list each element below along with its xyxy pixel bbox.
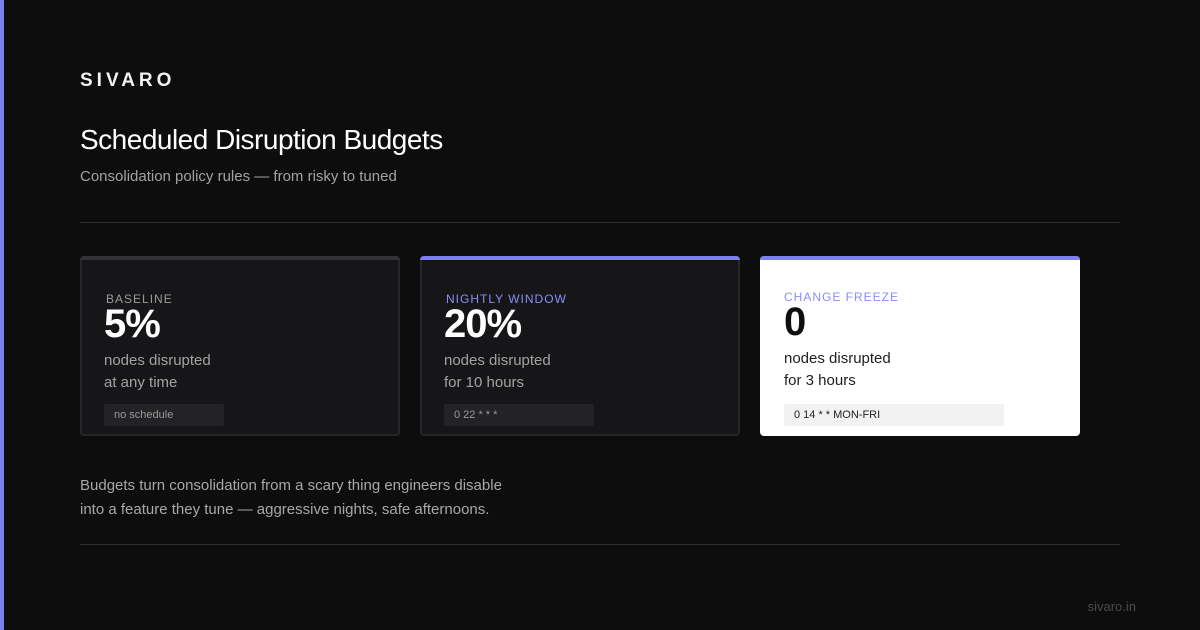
card-value: 5%: [104, 302, 161, 346]
budget-card-change-freeze: CHANGE FREEZE 0 nodes disrupted for 3 ho…: [760, 256, 1080, 436]
card-value: 20%: [444, 302, 522, 346]
top-divider: [80, 222, 1120, 223]
card-desc-line: for 10 hours: [444, 374, 525, 391]
card-desc-line: nodes disrupted: [104, 352, 211, 369]
page-subtitle: Consolidation policy rules — from risky …: [80, 168, 397, 185]
card-desc-line: nodes disrupted: [784, 350, 891, 367]
page-title: Scheduled Disruption Budgets: [80, 124, 443, 155]
card-description: nodes disrupted for 10 hours: [444, 350, 551, 394]
body-line: Budgets turn consolidation from a scary …: [80, 477, 502, 494]
card-top-accent: [420, 256, 740, 260]
body-line: into a feature they tune — aggressive ni…: [80, 501, 490, 518]
schedule-pill: 0 14 * * MON-FRI: [784, 404, 1004, 426]
footer-url: sivaro.in: [1087, 599, 1136, 614]
schedule-pill: no schedule: [104, 404, 224, 426]
card-description: nodes disrupted for 3 hours: [784, 348, 891, 392]
budget-card-nightly-window: NIGHTLY WINDOW 20% nodes disrupted for 1…: [420, 256, 740, 436]
schedule-pill: 0 22 * * *: [444, 404, 594, 426]
card-desc-line: for 3 hours: [784, 372, 856, 389]
card-description: nodes disrupted at any time: [104, 350, 211, 394]
body-paragraph: Budgets turn consolidation from a scary …: [80, 474, 600, 522]
brand-logo: SIVARO: [80, 70, 176, 91]
budget-card-baseline: BASELINE 5% nodes disrupted at any time …: [80, 256, 400, 436]
bottom-divider: [80, 544, 1120, 545]
left-accent-bar: [0, 0, 4, 630]
card-top-accent: [80, 256, 400, 260]
card-desc-line: nodes disrupted: [444, 352, 551, 369]
card-value: 0: [784, 300, 806, 344]
card-top-accent: [760, 256, 1080, 260]
card-desc-line: at any time: [104, 374, 178, 391]
